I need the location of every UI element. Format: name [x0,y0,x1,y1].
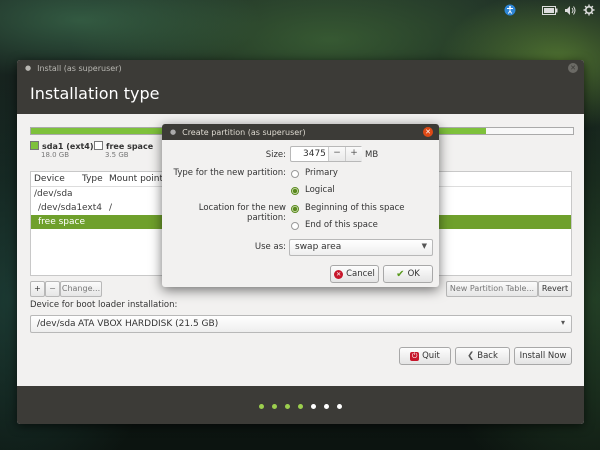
window-title: Install (as superuser) [37,63,122,73]
back-button[interactable]: ❮ Back [455,347,510,365]
row-type: ext4 [82,203,102,213]
size-decrease-button[interactable]: − [328,147,345,161]
radio-primary-label[interactable]: Primary [305,168,338,178]
legend-size: 18.0 GB [41,151,70,159]
progress-dot-done [259,404,264,409]
revert-button[interactable]: Revert [538,281,572,297]
chevron-down-icon: ▼ [421,242,427,250]
use-as-select[interactable]: swap area ▼ [289,239,433,256]
chevron-down-icon: ▾ [560,318,565,327]
volume-icon[interactable] [563,3,577,17]
boot-device: /dev/sda [37,319,76,329]
column-header-mount[interactable]: Mount point [109,174,163,184]
new-partition-table-button[interactable]: New Partition Table... [446,281,538,297]
progress-dot-done [298,404,303,409]
quit-label: Quit [422,351,440,361]
window-titlebar[interactable]: ● Install (as superuser) ✕ [17,60,584,76]
row-device: /dev/sda [34,189,73,199]
ok-label: OK [407,269,420,279]
progress-footer [17,386,584,424]
boot-loader-label: Device for boot loader installation: [30,300,178,310]
radio-logical-label[interactable]: Logical [305,185,335,195]
partition-type-label: Type for the new partition: [173,168,286,178]
create-partition-dialog: ● Create partition (as superuser) ✕ Size… [162,124,439,287]
close-icon[interactable]: ✕ [568,63,578,73]
ok-button[interactable]: ✔ OK [383,265,433,283]
use-as-label: Use as: [254,242,286,252]
size-label: Size: [265,150,286,160]
progress-dot-done [285,404,290,409]
radio-primary[interactable] [291,170,299,178]
radio-beginning-label[interactable]: Beginning of this space [305,203,404,213]
legend-swatch [30,141,39,150]
row-device: free space [38,217,86,227]
cancel-button[interactable]: ✕ Cancel [330,265,379,283]
boot-device-description: ATA VBOX HARDDISK (21.5 GB) [78,319,219,329]
quit-button[interactable]: ⏻ Quit [399,347,451,365]
accessibility-icon[interactable] [503,3,517,17]
boot-loader-select[interactable]: /dev/sda ATA VBOX HARDDISK (21.5 GB) ▾ [30,315,572,333]
power-icon: ⏻ [410,351,420,361]
cancel-icon: ✕ [334,269,344,279]
radio-beginning[interactable] [291,205,299,213]
progress-dot-pending [311,404,316,409]
checkmark-icon: ✔ [396,268,405,280]
progress-dot-done [272,404,277,409]
radio-logical[interactable] [291,187,299,195]
legend-size: 3.5 GB [105,151,129,159]
radio-end-label[interactable]: End of this space [305,220,378,230]
back-label: Back [477,351,498,361]
window-menu-icon: ● [25,64,32,72]
size-unit: MB [365,150,379,160]
legend-item-sda1: sda1 (ext4) 18.0 GB [30,141,94,159]
remove-partition-button[interactable]: − [45,281,60,297]
cancel-label: Cancel [346,269,375,279]
partition-location-label: Location for the new partition: [198,203,286,223]
battery-icon[interactable] [541,3,559,17]
back-arrow-icon: ❮ [467,351,475,361]
size-stepper[interactable]: 3475 − + [290,146,362,162]
legend-item-free-space: free space 3.5 GB [94,141,154,159]
dialog-titlebar[interactable]: ● Create partition (as superuser) ✕ [162,124,439,140]
size-value[interactable]: 3475 [303,149,326,159]
top-panel [0,0,600,20]
column-header-type[interactable]: Type [82,174,103,184]
progress-dot-pending [337,404,342,409]
install-now-button[interactable]: Install Now [514,347,572,365]
settings-icon[interactable] [582,3,596,17]
add-partition-button[interactable]: + [30,281,45,297]
close-icon[interactable]: ✕ [423,127,433,137]
size-increase-button[interactable]: + [345,147,362,161]
legend-name: free space [106,142,154,151]
legend-swatch [94,141,103,150]
progress-dot-pending [324,404,329,409]
dialog-title: Create partition (as superuser) [182,127,306,137]
page-title: Installation type [17,76,584,114]
radio-end[interactable] [291,222,299,230]
dialog-menu-icon: ● [170,128,177,136]
row-mount: / [109,203,113,213]
legend-name: sda1 (ext4) [42,142,94,151]
column-header-device[interactable]: Device [34,174,65,184]
use-as-value: swap area [295,242,342,252]
row-device: /dev/sda1 [38,203,83,213]
change-partition-button[interactable]: Change... [60,281,102,297]
